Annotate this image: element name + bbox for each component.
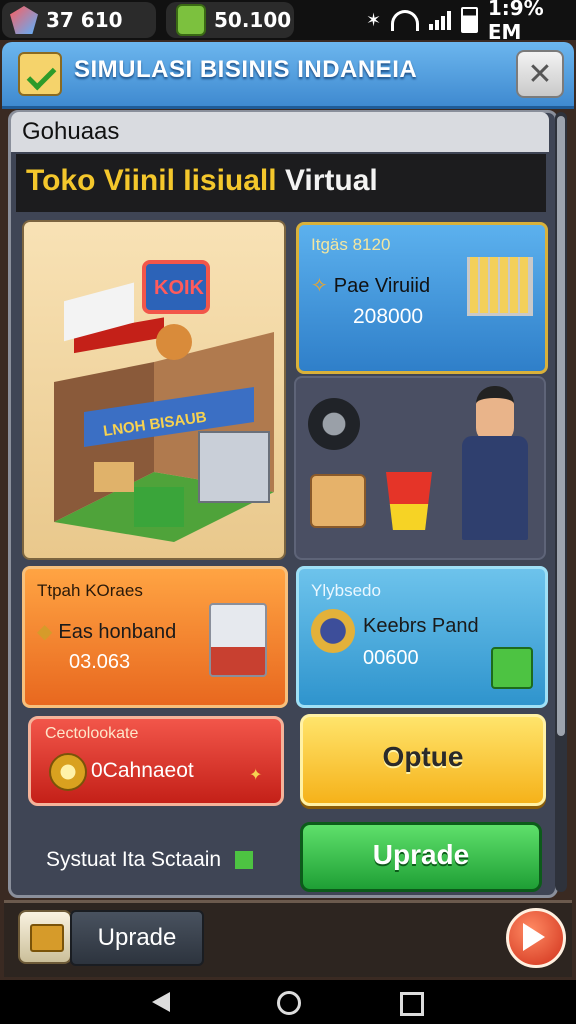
virtual-card-label: Itgäs 8120 — [311, 235, 391, 254]
check-box-icon — [491, 647, 533, 689]
orange-card-name: ◆ Eas honband — [37, 619, 176, 644]
package-icon — [310, 474, 366, 528]
checklist-icon — [18, 52, 62, 96]
red-action-card[interactable]: Cectolookate 0Cahnaeot ✦ — [28, 716, 284, 806]
banner-title-suffix: Virtual — [276, 164, 378, 197]
footer-status: Systuat Ita Sctaain — [46, 848, 253, 872]
bottom-upgrade-button[interactable]: Uprade — [70, 910, 204, 966]
blue-card-label: Ylybsedo — [311, 581, 381, 600]
home-icon[interactable] — [277, 991, 301, 1015]
tag-icon: ◆ — [37, 621, 53, 643]
display-stand-icon — [209, 603, 267, 677]
items-card[interactable] — [294, 376, 546, 560]
wifi-icon — [391, 9, 420, 31]
back-icon[interactable] — [152, 992, 170, 1012]
shop-building-icon: KOIK LNOH BISAUB — [54, 260, 274, 542]
tire-icon — [308, 398, 360, 450]
red-card-name: 0Cahnaeot — [91, 759, 194, 782]
virtual-card-price: 208000 — [353, 305, 424, 328]
orange-product-card[interactable]: Ttpah KOraes ◆ Eas honband 03.063 — [22, 566, 288, 708]
signal-icon — [429, 10, 452, 30]
android-nav-bar — [0, 980, 576, 1024]
option-button[interactable]: Optue — [300, 714, 546, 806]
status-left-value: 37 610 — [46, 8, 123, 32]
sparkle-icon: ✦ — [249, 765, 263, 784]
status-bar: 37 610 50.100 ✶ 1:9% EM — [0, 0, 576, 44]
banner-title-highlight: Toko Viinil Iisiuall — [26, 164, 277, 197]
green-flag-icon — [234, 851, 253, 870]
bluetooth-icon: ✶ — [366, 9, 382, 31]
coin-icon — [49, 753, 87, 791]
coin-bag-icon — [176, 4, 206, 36]
section-label: Gohuaas — [22, 118, 120, 145]
upgrade-button[interactable]: Uprade — [300, 822, 542, 892]
virtual-product-card[interactable]: Itgäs 8120 ✧ Pae Viruiid 208000 — [296, 222, 548, 374]
shopping-cart-icon — [467, 257, 533, 316]
orange-card-label: Ttpah KOraes — [37, 581, 143, 600]
shop-sign-text: KOIK — [154, 277, 205, 299]
wings-icon: ✧ — [311, 275, 328, 297]
footer-status-text: Systuat Ita Sctaain — [46, 848, 222, 871]
blue-product-card[interactable]: Ylybsedo Keebrs Pand 00600 — [296, 566, 548, 708]
cup-icon — [386, 472, 432, 530]
scrollbar-thumb[interactable] — [557, 116, 565, 736]
scrollbar[interactable] — [555, 112, 567, 892]
blue-card-value: 00600 — [363, 647, 419, 669]
gem-icon — [10, 6, 38, 34]
shopkeeper-avatar — [458, 386, 532, 552]
status-coins-value: 50.100 — [214, 8, 292, 32]
shop-banner: Toko Viinil Iisiuall Virtual — [16, 154, 546, 212]
banner-title: Toko Viinil Iisiuall Virtual — [26, 164, 378, 198]
orange-card-name-text: Eas honband — [58, 621, 177, 643]
next-button[interactable] — [506, 908, 566, 968]
option-button-label: Optue — [382, 741, 464, 772]
orange-card-value: 03.063 — [69, 651, 131, 673]
virtual-card-name: ✧ Pae Viruiid — [311, 273, 430, 298]
shop-illustration-card[interactable]: KOIK LNOH BISAUB — [22, 220, 286, 560]
status-time: 1:9% EM — [487, 0, 544, 44]
gear-token-icon — [311, 609, 355, 653]
pencil-icon[interactable] — [18, 910, 72, 964]
close-button[interactable]: ✕ — [516, 50, 564, 98]
app-title: SIMULASI BISINIS INDANEIA — [74, 56, 418, 83]
recents-icon[interactable] — [400, 992, 424, 1016]
bottom-upgrade-label: Uprade — [97, 924, 177, 951]
chevron-right-icon — [523, 923, 545, 951]
battery-icon — [461, 7, 478, 33]
app-header: SIMULASI BISINIS INDANEIA ✕ — [2, 42, 574, 109]
upgrade-button-label: Uprade — [372, 839, 470, 870]
close-icon: ✕ — [527, 56, 553, 92]
blue-card-name: Keebrs Pand — [363, 615, 479, 637]
virtual-card-name-text: Pae Viruiid — [333, 275, 431, 297]
red-card-label: Cectolookate — [45, 725, 139, 742]
